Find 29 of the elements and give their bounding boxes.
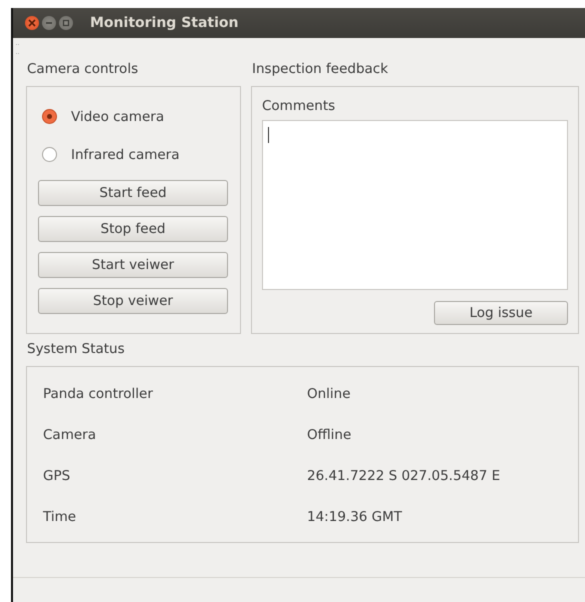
radio-label[interactable]: Video camera <box>71 108 164 124</box>
maximize-button[interactable] <box>59 16 73 30</box>
group-title: Camera controls <box>27 60 140 78</box>
minimize-icon <box>45 19 53 27</box>
group-title: Inspection feedback <box>252 60 390 78</box>
close-icon <box>28 19 36 27</box>
status-value: Online <box>307 386 351 404</box>
push-button[interactable]: Stop feed <box>38 216 228 242</box>
radio-label[interactable]: Infrared camera <box>71 146 180 162</box>
status-label: Panda controller <box>43 386 154 404</box>
status-label: GPS <box>43 468 72 486</box>
radio-button[interactable] <box>42 147 57 162</box>
maximize-icon <box>62 19 70 27</box>
status-label: Camera <box>43 427 97 445</box>
minimize-button[interactable] <box>42 16 56 30</box>
status-value: Offline <box>307 427 352 445</box>
log-issue-button[interactable]: Log issue <box>434 301 568 325</box>
field-label: Comments <box>262 97 336 115</box>
status-value: 14:19.36 GMT <box>307 509 402 527</box>
status-value: 26.41.7222 S 027.05.5487 E <box>307 468 500 486</box>
push-button[interactable]: Start veiwer <box>38 252 228 278</box>
comments-field[interactable] <box>262 120 568 290</box>
window-title: Monitoring Station <box>90 15 238 31</box>
push-button[interactable]: Stop veiwer <box>38 288 228 314</box>
radio-button[interactable] <box>42 109 57 124</box>
close-button[interactable] <box>25 16 39 30</box>
group-title: System Status <box>27 340 126 358</box>
push-button[interactable]: Start feed <box>38 180 228 206</box>
status-label: Time <box>43 509 78 527</box>
